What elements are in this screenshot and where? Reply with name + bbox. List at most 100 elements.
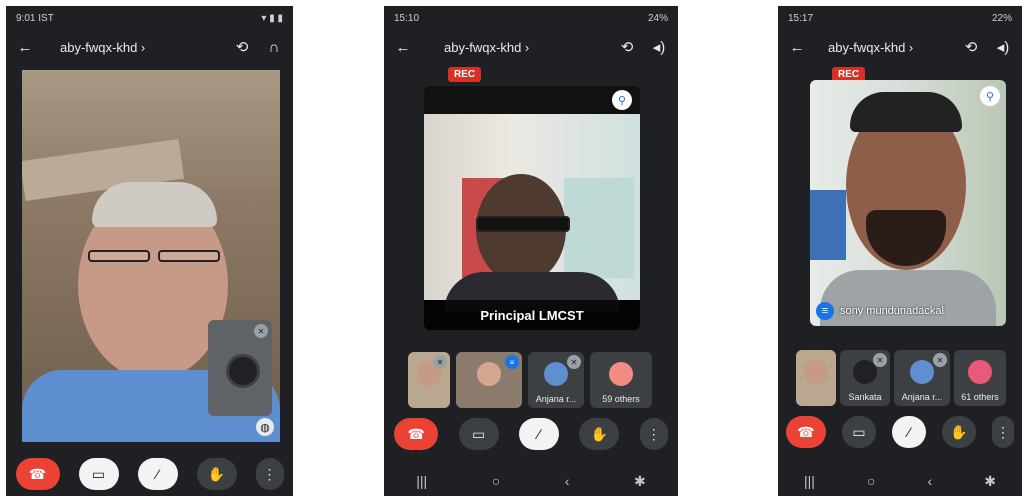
self-view-avatar <box>226 354 260 388</box>
mic-off-icon: ✕ <box>567 355 581 369</box>
meeting-code[interactable]: aby-fwqx-khd › <box>818 40 950 55</box>
camera-toggle-button[interactable]: ▭ <box>842 416 876 448</box>
pin-icon[interactable]: ⚲ <box>612 90 632 110</box>
more-options-button[interactable]: ⋮ <box>639 418 668 450</box>
others-avatar <box>968 360 992 384</box>
phone-screen-2: 15:10 24% ← aby-fwqx-khd › ⟲ ◂) REC ⚲ Pr… <box>384 6 678 496</box>
back-arrow-icon[interactable]: ← <box>392 36 414 58</box>
phone-screen-3: 15:17 22% ← aby-fwqx-khd › ⟲ ◂) REC ⚲ ≡ … <box>778 6 1022 496</box>
participant-strip: ✕ Sankata ✕ Anjana r... 61 others <box>796 350 1006 406</box>
participant-avatar <box>477 362 501 386</box>
speaker-icon[interactable]: ◂) <box>992 36 1014 58</box>
others-thumb[interactable]: 59 others <box>590 352 652 408</box>
back-arrow-icon[interactable]: ← <box>786 36 808 58</box>
more-options-button[interactable]: ⋮ <box>255 458 284 490</box>
switch-camera-icon[interactable]: ⟲ <box>231 36 253 58</box>
participant-thumb[interactable]: ✕ <box>408 352 450 408</box>
participant-strip: ✕ ≡ ✕ Anjana r... 59 others <box>408 352 652 408</box>
speaking-icon: ≡ <box>816 302 834 320</box>
participant-hair <box>92 182 217 227</box>
end-call-button[interactable]: ☎ <box>15 458 60 490</box>
status-bar: 15:17 22% <box>778 6 1022 30</box>
participant-glasses <box>88 250 150 262</box>
home-icon[interactable]: ○ <box>492 473 500 489</box>
headphones-icon[interactable]: ∩ <box>263 36 285 58</box>
call-controls: ☎ ▭ ⁄ ✋ ⋮ <box>384 418 678 450</box>
participant-thumb[interactable]: ✕ Sankata <box>840 350 890 406</box>
raise-hand-button[interactable]: ✋ <box>579 418 620 450</box>
raise-hand-button[interactable]: ✋ <box>196 458 237 490</box>
main-video-tile: ⚲ Principal LMCST <box>424 86 640 330</box>
back-nav-icon[interactable]: ‹ <box>928 473 933 489</box>
status-icons: ▾ ▮ ▮ <box>261 12 283 24</box>
participant-name: sony mundunadackal <box>840 305 944 317</box>
recents-icon[interactable]: ||| <box>416 473 427 489</box>
mic-toggle-button[interactable]: ⁄ <box>137 458 178 490</box>
main-video-tile: ✕ ◍ <box>22 70 280 442</box>
participant-thumb[interactable]: ≡ <box>456 352 522 408</box>
home-icon[interactable]: ○ <box>867 473 875 489</box>
camera-toggle-button[interactable]: ▭ <box>458 418 499 450</box>
meeting-header: ← aby-fwqx-khd › ⟲ ∩ <box>6 30 293 64</box>
participant-thumb-label: Anjana r... <box>901 392 943 402</box>
recents-icon[interactable]: ||| <box>804 473 815 489</box>
switch-camera-icon[interactable]: ⟲ <box>960 36 982 58</box>
status-time: 15:10 <box>394 12 420 24</box>
recording-badge: REC <box>448 67 482 82</box>
window-pane <box>564 178 634 278</box>
speaker-icon[interactable]: ◂) <box>648 36 670 58</box>
meeting-code[interactable]: aby-fwqx-khd › <box>424 40 606 55</box>
more-options-button[interactable]: ⋮ <box>992 416 1014 448</box>
self-mute-icon: ✕ <box>254 324 268 338</box>
participant-name: Principal LMCST <box>424 300 640 330</box>
audio-indicator-icon: ◍ <box>256 418 274 436</box>
switch-camera-icon[interactable]: ⟲ <box>616 36 638 58</box>
main-video-tile: ⚲ ≡ sony mundunadackal <box>810 80 1006 326</box>
meeting-header: ← aby-fwqx-khd › ⟲ ◂) <box>384 30 678 64</box>
participant-thumb-label: Sankata <box>848 392 882 402</box>
accessibility-icon[interactable]: ✱ <box>984 473 996 490</box>
back-arrow-icon[interactable]: ← <box>14 36 36 58</box>
others-avatar <box>609 362 633 386</box>
participant-name-row: ≡ sony mundunadackal <box>816 302 944 320</box>
participant-thumb[interactable] <box>796 350 836 406</box>
participant-glasses-right <box>158 250 220 262</box>
meeting-header: ← aby-fwqx-khd › ⟲ ◂) <box>778 30 1022 64</box>
status-bar: 9:01 IST ▾ ▮ ▮ <box>6 6 293 30</box>
wall-poster <box>810 190 846 260</box>
mic-toggle-button[interactable]: ⁄ <box>892 416 926 448</box>
android-nav-bar: ||| ○ ‹ ✱ <box>778 466 1022 496</box>
mic-off-icon: ✕ <box>933 353 947 367</box>
end-call-button[interactable]: ☎ <box>394 418 439 450</box>
raise-hand-button[interactable]: ✋ <box>942 416 976 448</box>
participant-hair <box>850 92 962 132</box>
camera-toggle-button[interactable]: ▭ <box>78 458 119 490</box>
mic-toggle-button[interactable]: ⁄ <box>518 418 559 450</box>
participant-thumb[interactable]: ✕ Anjana r... <box>894 350 950 406</box>
others-count-label: 61 others <box>961 392 999 402</box>
phone-screen-1: 9:01 IST ▾ ▮ ▮ ← aby-fwqx-khd › ⟲ ∩ ✕ ◍ … <box>6 6 293 496</box>
others-count-label: 59 others <box>602 394 640 404</box>
call-controls: ☎ ▭ ⁄ ✋ ⋮ <box>778 416 1022 448</box>
mic-off-icon: ✕ <box>873 353 887 367</box>
self-view-tile[interactable]: ✕ <box>208 320 272 416</box>
status-battery: 24% <box>647 12 668 24</box>
call-controls: ☎ ▭ ⁄ ✋ ⋮ <box>6 458 293 490</box>
pin-icon[interactable]: ⚲ <box>980 86 1000 106</box>
status-bar: 15:10 24% <box>384 6 678 30</box>
android-nav-bar: ||| ○ ‹ ✱ <box>384 466 678 496</box>
participant-avatar <box>804 360 828 384</box>
status-battery: 22% <box>991 12 1012 24</box>
end-call-button[interactable]: ☎ <box>786 416 826 448</box>
mic-off-icon: ✕ <box>433 355 447 369</box>
participant-glasses <box>476 216 570 232</box>
speaking-icon: ≡ <box>505 355 519 369</box>
back-nav-icon[interactable]: ‹ <box>565 473 570 489</box>
accessibility-icon[interactable]: ✱ <box>634 473 646 490</box>
participant-thumb[interactable]: ✕ Anjana r... <box>528 352 584 408</box>
participant-avatar <box>910 360 934 384</box>
status-time: 15:17 <box>788 12 814 24</box>
participant-thumb-label: Anjana r... <box>535 394 577 404</box>
meeting-code[interactable]: aby-fwqx-khd › <box>46 40 221 55</box>
others-thumb[interactable]: 61 others <box>954 350 1006 406</box>
